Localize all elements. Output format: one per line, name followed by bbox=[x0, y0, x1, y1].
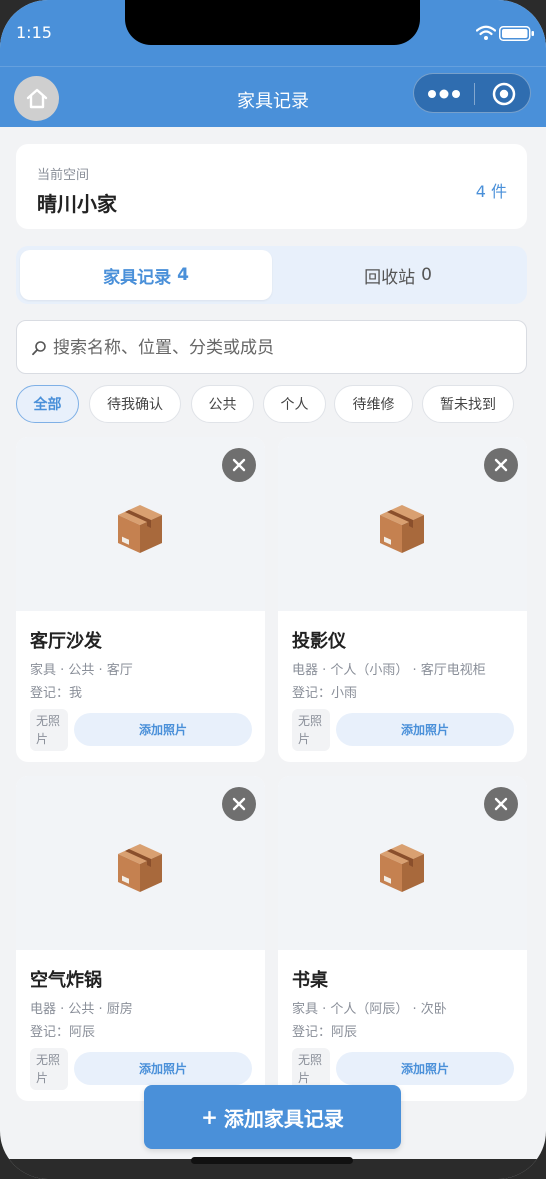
tab-count: 0 bbox=[421, 265, 432, 285]
space-label: 当前空间 bbox=[37, 168, 90, 183]
tab-furniture-records[interactable]: 家具记录 4 bbox=[20, 250, 272, 300]
package-icon bbox=[380, 844, 424, 892]
item-registrant: 登记：阿辰 bbox=[292, 1025, 358, 1040]
phone-screen: 1:15 家具记录 当前空间 晴川小家 4 件 家具记录 4 回收站 0 搜索名… bbox=[0, 0, 546, 1179]
close-icon bbox=[494, 458, 508, 472]
item-meta: 电器 · 个人（小雨） · 客厅电视柜 bbox=[292, 663, 486, 678]
card-image-placeholder bbox=[278, 437, 527, 611]
delete-button[interactable] bbox=[222, 448, 256, 482]
add-photo-button[interactable]: 添加照片 bbox=[74, 713, 252, 746]
mini-program-capsule bbox=[413, 73, 531, 113]
item-name: 书桌 bbox=[292, 970, 328, 991]
item-name: 投影仪 bbox=[292, 631, 346, 652]
tab-count: 4 bbox=[177, 265, 189, 285]
delete-button[interactable] bbox=[222, 787, 256, 821]
close-icon bbox=[494, 797, 508, 811]
package-icon bbox=[118, 505, 162, 553]
add-furniture-record-button[interactable]: + 添加家具记录 bbox=[144, 1085, 401, 1149]
card-image-placeholder bbox=[16, 776, 265, 950]
add-photo-button[interactable]: 添加照片 bbox=[336, 1052, 514, 1085]
furniture-card[interactable]: 书桌 家具 · 个人（阿辰） · 次卧 登记：阿辰 无照片 添加照片 bbox=[278, 776, 527, 1101]
space-name: 晴川小家 bbox=[37, 192, 117, 216]
add-photo-button[interactable]: 添加照片 bbox=[336, 713, 514, 746]
filter-chip-pending-confirm[interactable]: 待我确认 bbox=[89, 385, 181, 423]
tab-label: 回收站 bbox=[364, 267, 416, 288]
target-icon[interactable] bbox=[492, 82, 516, 106]
add-button-label: 添加家具记录 bbox=[223, 1106, 344, 1131]
more-dots-icon[interactable] bbox=[427, 87, 461, 101]
filter-chip-public[interactable]: 公共 bbox=[191, 385, 254, 423]
search-icon bbox=[32, 341, 46, 356]
navigation-bar: 家具记录 bbox=[0, 66, 546, 127]
close-icon bbox=[232, 797, 246, 811]
furniture-card[interactable]: 投影仪 电器 · 个人（小雨） · 客厅电视柜 登记：小雨 无照片 添加照片 bbox=[278, 437, 527, 762]
delete-button[interactable] bbox=[484, 787, 518, 821]
home-indicator bbox=[191, 1157, 353, 1164]
tab-bar: 家具记录 4 回收站 0 bbox=[16, 246, 527, 304]
furniture-card[interactable]: 客厅沙发 家具 · 公共 · 客厅 登记：我 无照片 添加照片 bbox=[16, 437, 265, 762]
filter-chip-personal[interactable]: 个人 bbox=[263, 385, 326, 423]
item-name: 空气炸锅 bbox=[30, 970, 102, 991]
current-space-card: 当前空间 晴川小家 4 件 bbox=[16, 144, 527, 229]
item-registrant: 登记：小雨 bbox=[292, 686, 358, 701]
tab-label: 家具记录 bbox=[103, 267, 172, 288]
no-photo-badge: 无照片 bbox=[292, 709, 330, 751]
wifi-icon bbox=[476, 25, 496, 40]
card-image-placeholder bbox=[278, 776, 527, 950]
search-box bbox=[16, 320, 527, 374]
no-photo-badge: 无照片 bbox=[30, 1048, 68, 1090]
package-icon bbox=[118, 844, 162, 892]
filter-chip-not-found[interactable]: 暂未找到 bbox=[422, 385, 514, 423]
filter-chips: 全部 待我确认 公共 个人 待维修 暂未找到 bbox=[16, 385, 536, 423]
add-photo-button[interactable]: 添加照片 bbox=[74, 1052, 252, 1085]
item-registrant: 登记：阿辰 bbox=[30, 1025, 96, 1040]
item-meta: 家具 · 公共 · 客厅 bbox=[30, 663, 133, 678]
camera-notch bbox=[125, 0, 420, 45]
item-registrant: 登记：我 bbox=[30, 686, 83, 701]
furniture-card[interactable]: 空气炸锅 电器 · 公共 · 厨房 登记：阿辰 无照片 添加照片 bbox=[16, 776, 265, 1101]
search-input[interactable] bbox=[53, 329, 513, 367]
item-count: 4 件 bbox=[475, 182, 507, 201]
plus-icon: + bbox=[201, 1105, 218, 1129]
filter-chip-all[interactable]: 全部 bbox=[16, 385, 79, 423]
delete-button[interactable] bbox=[484, 448, 518, 482]
capsule-divider bbox=[474, 83, 475, 105]
item-meta: 家具 · 个人（阿辰） · 次卧 bbox=[292, 1002, 447, 1017]
battery-icon bbox=[499, 26, 534, 41]
status-time: 1:15 bbox=[16, 23, 52, 42]
card-image-placeholder bbox=[16, 437, 265, 611]
package-icon bbox=[380, 505, 424, 553]
no-photo-badge: 无照片 bbox=[30, 709, 68, 751]
close-icon bbox=[232, 458, 246, 472]
tab-recycle-bin[interactable]: 回收站 0 bbox=[272, 250, 524, 300]
item-meta: 电器 · 公共 · 厨房 bbox=[30, 1002, 133, 1017]
filter-chip-needs-repair[interactable]: 待维修 bbox=[334, 385, 413, 423]
item-name: 客厅沙发 bbox=[30, 631, 102, 652]
no-photo-badge: 无照片 bbox=[292, 1048, 330, 1090]
